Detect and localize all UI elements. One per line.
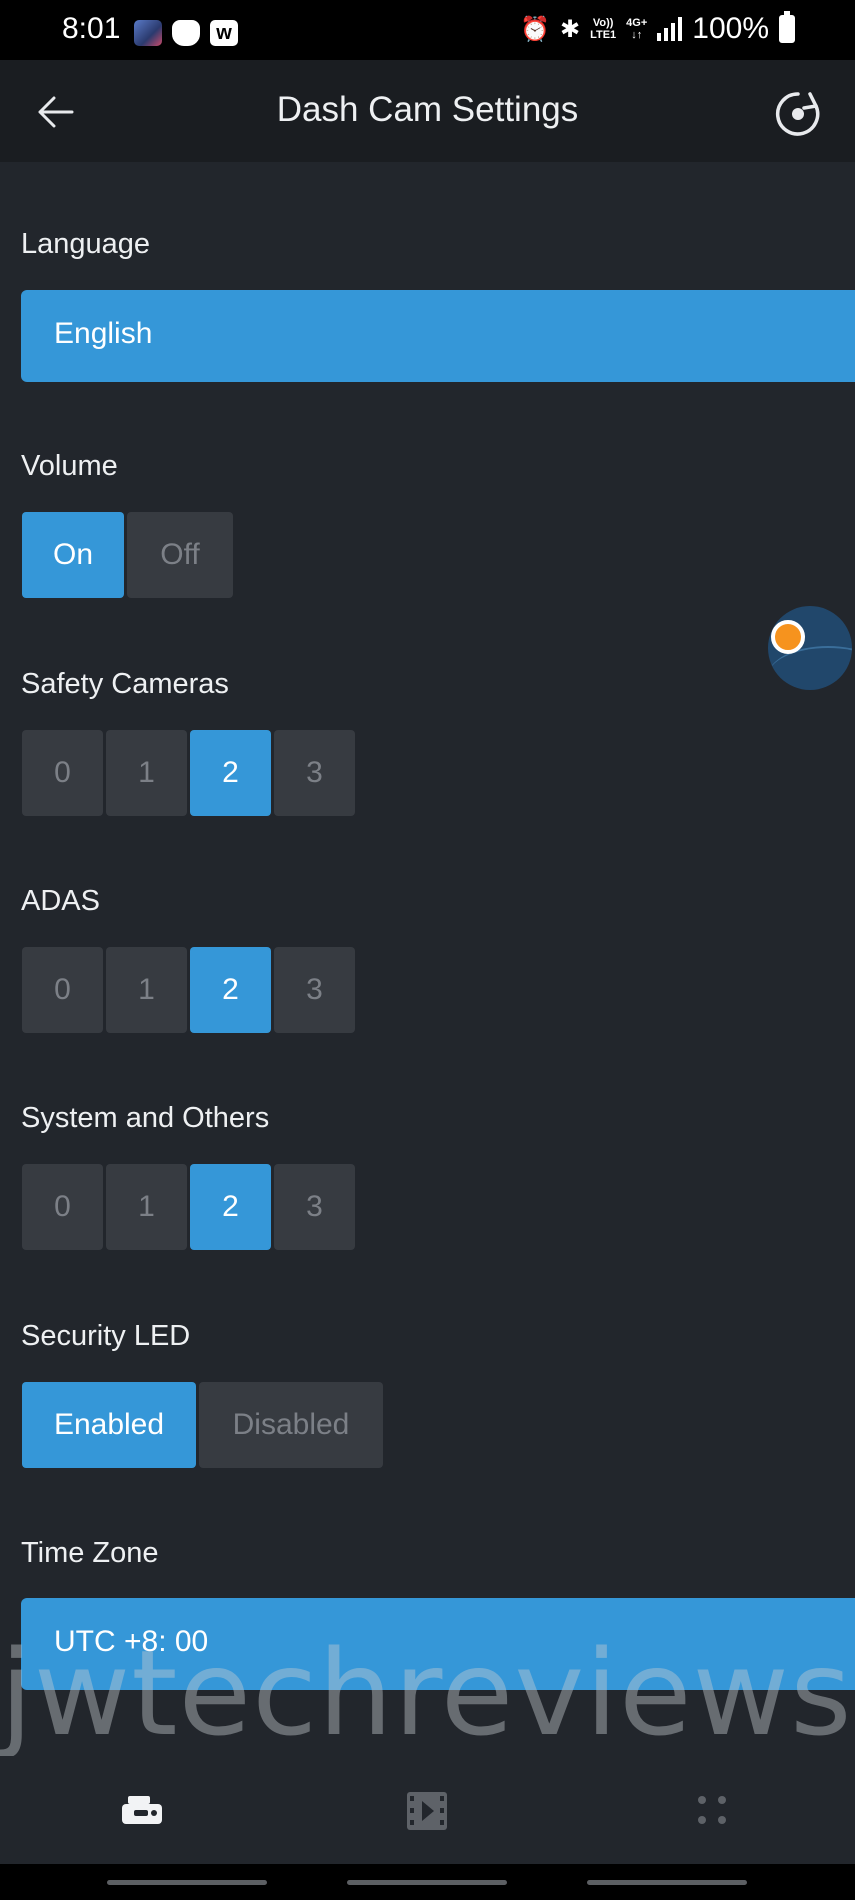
safety-cameras-label: Safety Cameras — [21, 668, 229, 700]
dashcam-icon — [122, 1796, 162, 1824]
time-zone-label: Time Zone — [21, 1537, 159, 1569]
app-icon — [134, 20, 162, 46]
gesture-bar — [0, 1864, 855, 1900]
data-bottom-text: ↓↑ — [631, 29, 643, 41]
adas-option-1[interactable]: 1 — [106, 947, 187, 1033]
safety-cameras-option-2[interactable]: 2 — [190, 730, 271, 816]
reset-icon — [775, 92, 820, 136]
bubble-dot — [771, 620, 805, 654]
adas-selector: 0 1 2 3 — [22, 947, 355, 1033]
status-bar: 8:01 w ⏰ ✱ Vo)) LTE1 4G+ ↓↑ 100% — [0, 0, 855, 60]
video-icon — [407, 1792, 447, 1830]
4g-icon: 4G+ ↓↑ — [626, 17, 647, 41]
gesture-pill-left[interactable] — [107, 1880, 267, 1885]
more-icon — [698, 1796, 726, 1824]
gesture-pill-center[interactable] — [347, 1880, 507, 1885]
adas-option-3[interactable]: 3 — [274, 947, 355, 1033]
w-app-icon: w — [210, 20, 238, 46]
system-others-option-1[interactable]: 1 — [106, 1164, 187, 1250]
security-led-label: Security LED — [21, 1320, 191, 1352]
floating-bubble[interactable] — [768, 606, 852, 690]
adas-label: ADAS — [21, 885, 100, 917]
nav-more[interactable] — [682, 1782, 742, 1838]
status-time: 8:01 — [62, 12, 121, 45]
nav-dashcam[interactable] — [112, 1782, 172, 1838]
bluetooth-icon: ✱ — [559, 15, 581, 43]
safety-cameras-selector: 0 1 2 3 — [22, 730, 355, 816]
cat-app-icon — [172, 20, 200, 46]
volte-bottom-text: LTE1 — [590, 29, 617, 41]
adas-option-2[interactable]: 2 — [190, 947, 271, 1033]
language-label: Language — [21, 228, 151, 260]
security-led-disabled-button[interactable]: Disabled — [199, 1382, 383, 1468]
language-value: English — [54, 317, 153, 350]
battery-text: 100% — [692, 12, 769, 45]
volume-off-button[interactable]: Off — [127, 512, 233, 598]
data-top-text: 4G+ — [626, 17, 648, 29]
app-header: Dash Cam Settings — [0, 60, 855, 162]
bottom-nav — [0, 1756, 855, 1864]
watermark: jwtechreviews.com — [0, 1624, 855, 1762]
alarm-icon: ⏰ — [520, 15, 550, 43]
safety-cameras-option-3[interactable]: 3 — [274, 730, 355, 816]
system-others-option-3[interactable]: 3 — [274, 1164, 355, 1250]
adas-option-0[interactable]: 0 — [22, 947, 103, 1033]
volume-on-button[interactable]: On — [22, 512, 124, 598]
system-others-option-2[interactable]: 2 — [190, 1164, 271, 1250]
page-title: Dash Cam Settings — [276, 90, 579, 129]
volte-top-text: Vo)) — [592, 17, 614, 29]
safety-cameras-option-0[interactable]: 0 — [22, 730, 103, 816]
volume-toggle: On Off — [22, 512, 233, 598]
language-dropdown[interactable]: English — [21, 290, 855, 382]
gesture-pill-right[interactable] — [587, 1880, 747, 1885]
system-others-option-0[interactable]: 0 — [22, 1164, 103, 1250]
security-led-enabled-button[interactable]: Enabled — [22, 1382, 196, 1468]
volte-icon: Vo)) LTE1 — [590, 17, 616, 41]
safety-cameras-option-1[interactable]: 1 — [106, 730, 187, 816]
battery-icon — [779, 11, 795, 43]
system-others-selector: 0 1 2 3 — [22, 1164, 355, 1250]
reset-button[interactable] — [770, 86, 826, 142]
nav-videos[interactable] — [397, 1782, 457, 1838]
security-led-toggle: Enabled Disabled — [22, 1382, 383, 1468]
volume-label: Volume — [21, 450, 118, 482]
signal-icon — [657, 17, 683, 41]
system-others-label: System and Others — [21, 1102, 270, 1134]
